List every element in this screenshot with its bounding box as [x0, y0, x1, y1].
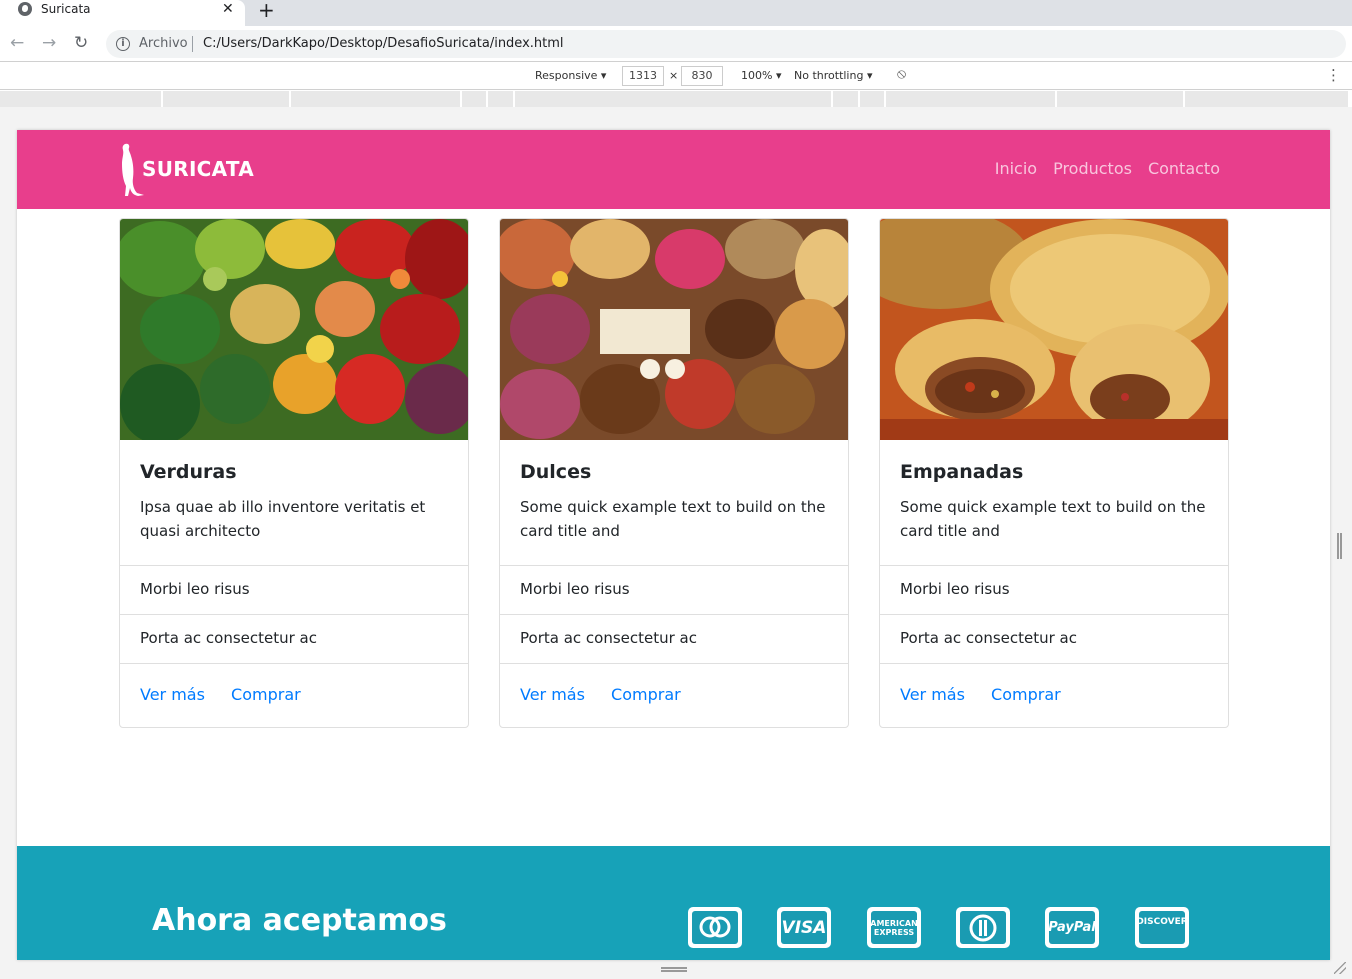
browser-tab[interactable]: Suricata ✕: [0, 0, 245, 26]
product-card-empanadas: Empanadas Some quick example text to bui…: [879, 218, 1229, 728]
info-icon[interactable]: i: [116, 37, 130, 51]
page-viewport: SURICATA Inicio Productos Contacto Verdu…: [17, 130, 1330, 960]
device-mode-select[interactable]: Responsive ▾: [535, 69, 606, 82]
card-title: Verduras: [140, 461, 237, 483]
device-toolbar: Responsive ▾ 1313 × 830 100% ▾ No thrott…: [0, 63, 1352, 90]
corner-resize-handle[interactable]: [1334, 962, 1346, 974]
zoom-select[interactable]: 100% ▾: [741, 69, 781, 82]
comprar-link[interactable]: Comprar: [231, 685, 301, 704]
card-title: Dulces: [520, 461, 592, 483]
ver-mas-link[interactable]: Ver más: [140, 685, 205, 704]
card-body: Verduras Ipsa quae ab illo inventore ver…: [120, 440, 468, 563]
card-title: Empanadas: [900, 461, 1024, 483]
product-card-verduras: Verduras Ipsa quae ab illo inventore ver…: [119, 218, 469, 728]
tab-title: Suricata: [41, 2, 91, 16]
card-text: Ipsa quae ab illo inventore veritatis et…: [140, 498, 426, 540]
card-links: Ver más Comprar: [500, 663, 848, 727]
list-item: Morbi leo risus: [500, 565, 848, 614]
product-card-dulces: Dulces Some quick example text to build …: [499, 218, 849, 728]
nav-contacto[interactable]: Contacto: [1148, 159, 1220, 178]
ver-mas-link[interactable]: Ver más: [900, 685, 965, 704]
list-item: Morbi leo risus: [120, 565, 468, 614]
vegetables-photo: [120, 219, 468, 440]
more-options-icon[interactable]: ⋮: [1326, 66, 1341, 84]
comprar-link[interactable]: Comprar: [611, 685, 681, 704]
list-item: Porta ac consectetur ac: [120, 614, 468, 663]
list-item: Porta ac consectetur ac: [500, 614, 848, 663]
new-tab-icon[interactable]: +: [258, 0, 275, 22]
main-nav: Inicio Productos Contacto: [995, 159, 1220, 178]
card-body: Empanadas Some quick example text to bui…: [880, 440, 1228, 563]
visa-icon: VISA: [777, 907, 831, 948]
close-tab-icon[interactable]: ✕: [222, 1, 234, 17]
nav-inicio[interactable]: Inicio: [995, 159, 1037, 178]
globe-icon: [18, 2, 32, 16]
list-item: Morbi leo risus: [880, 565, 1228, 614]
comprar-link[interactable]: Comprar: [991, 685, 1061, 704]
right-resize-handle[interactable]: [1337, 533, 1342, 559]
card-body: Dulces Some quick example text to build …: [500, 440, 848, 563]
american-express-icon: AMERICAN EXPRESS: [867, 907, 921, 948]
card-text: Some quick example text to build on the …: [520, 498, 826, 540]
ver-mas-link[interactable]: Ver más: [520, 685, 585, 704]
throttling-select[interactable]: No throttling ▾: [794, 69, 872, 82]
browser-tab-strip: Suricata ✕ +: [0, 0, 1352, 26]
card-text: Some quick example text to build on the …: [900, 498, 1206, 540]
forward-arrow-icon[interactable]: →: [42, 33, 56, 53]
rotate-icon[interactable]: ⦸: [897, 66, 906, 82]
mastercard-icon: [688, 907, 742, 948]
url-text[interactable]: C:/Users/DarkKapo/Desktop/DesafioSuricat…: [203, 36, 564, 51]
discover-icon: DISCOVER: [1135, 907, 1189, 948]
footer-title: Ahora aceptamos: [152, 903, 447, 938]
address-separator: [192, 36, 193, 52]
device-width-input[interactable]: 1313: [622, 66, 664, 86]
scheme-label: Archivo: [139, 36, 188, 51]
browser-toolbar: ← → ↻ i Archivo C:/Users/DarkKapo/Deskto…: [0, 26, 1352, 62]
site-footer: Ahora aceptamos VISA AMERICAN EXPRESS Pa…: [17, 846, 1330, 960]
device-height-input[interactable]: 830: [681, 66, 723, 86]
media-query-ruler[interactable]: [0, 91, 1348, 107]
card-links: Ver más Comprar: [120, 663, 468, 727]
address-bar[interactable]: i Archivo C:/Users/DarkKapo/Desktop/Desa…: [106, 30, 1346, 58]
empanadas-photo: [880, 219, 1228, 440]
site-header: SURICATA Inicio Productos Contacto: [17, 130, 1330, 209]
list-item: Porta ac consectetur ac: [880, 614, 1228, 663]
back-arrow-icon[interactable]: ←: [10, 33, 24, 53]
dimension-separator: ×: [669, 69, 679, 82]
paypal-icon: PayPal: [1045, 907, 1099, 948]
bottom-resize-handle[interactable]: [661, 967, 687, 972]
diners-club-icon: [956, 907, 1010, 948]
sweets-photo: [500, 219, 848, 440]
nav-productos[interactable]: Productos: [1053, 159, 1132, 178]
card-links: Ver más Comprar: [880, 663, 1228, 727]
reload-icon[interactable]: ↻: [74, 33, 88, 53]
brand-name: SURICATA: [142, 157, 255, 181]
